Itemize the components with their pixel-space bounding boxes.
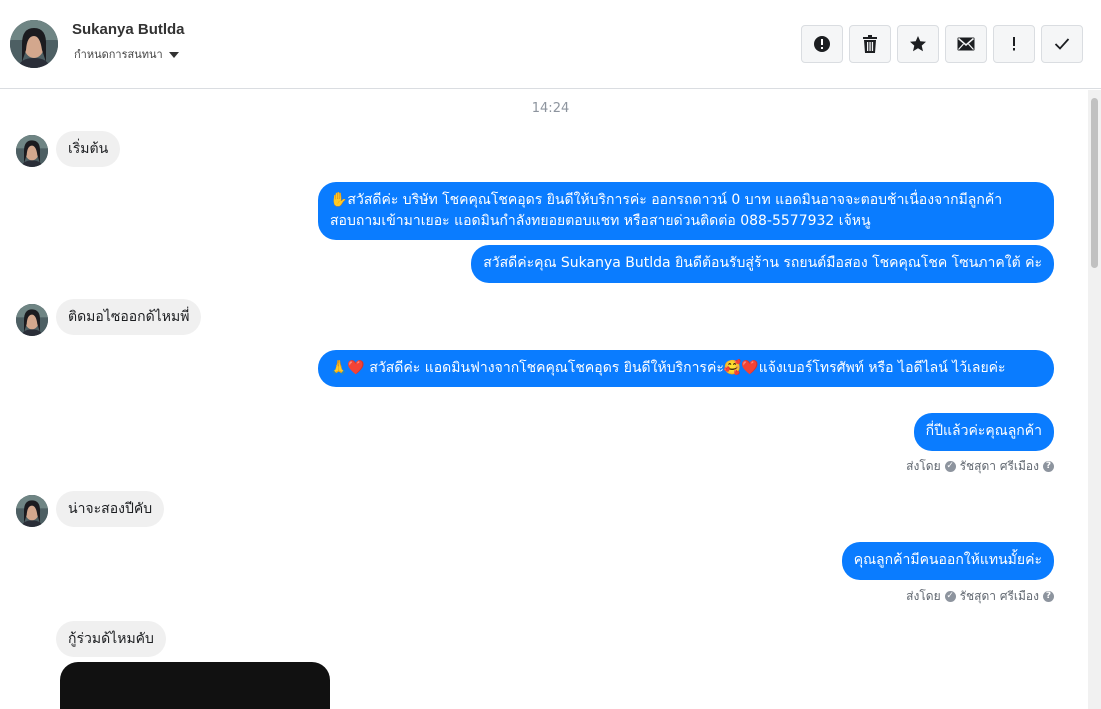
mark-done-button[interactable] [1041,25,1083,63]
check-circle-icon: ✓ [944,461,956,472]
follow-up-button[interactable] [993,25,1035,63]
outgoing-message[interactable]: สวัสดีค่ะคุณ Sukanya Butlda ยินดีต้อนรับ… [471,245,1054,283]
question-circle-icon[interactable]: ? [1043,461,1054,472]
incoming-message[interactable]: เริ่มต้น [56,131,121,167]
mark-unread-button[interactable] [945,25,987,63]
conversation-settings-label: กำหนดการสนทนา [74,48,163,61]
customer-avatar[interactable] [16,135,48,167]
trash-icon [863,35,877,53]
incoming-message[interactable]: ติดมอไซออกด้ไหมพี่ [56,299,202,335]
conversation-header: Sukanya Butlda กำหนดการสนทนา [0,0,1101,89]
sender-name[interactable]: รัชสุดา ศรีเมือง [960,457,1039,476]
contact-name[interactable]: Sukanya Butlda [72,21,185,38]
sender-name[interactable]: รัชสุดา ศรีเมือง [960,587,1039,606]
customer-avatar[interactable] [16,304,48,336]
incoming-message[interactable]: กู้ร่วมด้ไหมคับ [56,621,166,657]
conversation-toolbar [801,25,1083,63]
report-spam-button[interactable] [801,25,843,63]
scrollbar-thumb[interactable] [1091,98,1098,268]
question-circle-icon[interactable]: ? [1043,591,1054,602]
sent-by-label: ส่งโดย [906,459,941,473]
delete-button[interactable] [849,25,891,63]
outgoing-message[interactable]: 🙏❤️ สวัสดีค่ะ แอดมินฟางจากโชคคุณโชคอุดร … [318,350,1054,387]
alert-circle-icon [814,36,830,52]
envelope-icon [957,37,975,51]
caret-down-icon [168,51,179,58]
outgoing-message[interactable]: คุณลูกค้ามีคนออกให้แทนมั้ยค่ะ [841,542,1054,580]
outgoing-message[interactable]: กี่ปีแล้วค่ะคุณลูกค้า [913,413,1054,451]
star-button[interactable] [897,25,939,63]
exclamation-icon [1013,37,1015,51]
customer-avatar[interactable] [16,495,48,527]
message-thread[interactable]: 14:24 เริ่มต้น ✋สวัสดีค่ะ บริษัท โชคคุณโ… [0,90,1088,709]
sent-by-label: ส่งโดย [906,589,941,603]
incoming-message[interactable]: น่าจะสองปีคับ [56,491,165,527]
sent-by-line: ส่งโดย ✓ รัชสุดา ศรีเมือง ? [906,587,1054,606]
sent-by-line: ส่งโดย ✓ รัชสุดา ศรีเมือง ? [906,457,1054,476]
conversation-settings-dropdown[interactable]: กำหนดการสนทนา [74,45,179,63]
contact-avatar[interactable] [10,20,58,68]
check-circle-icon: ✓ [944,591,956,602]
thread-timestamp: 14:24 [531,101,570,116]
thread-scrollbar[interactable] [1088,90,1101,709]
checkmark-icon [1054,38,1070,50]
incoming-image-attachment[interactable] [60,662,330,709]
outgoing-message[interactable]: ✋สวัสดีค่ะ บริษัท โชคคุณโชคอุดร ยินดีให้… [318,182,1054,240]
star-icon [910,36,926,52]
